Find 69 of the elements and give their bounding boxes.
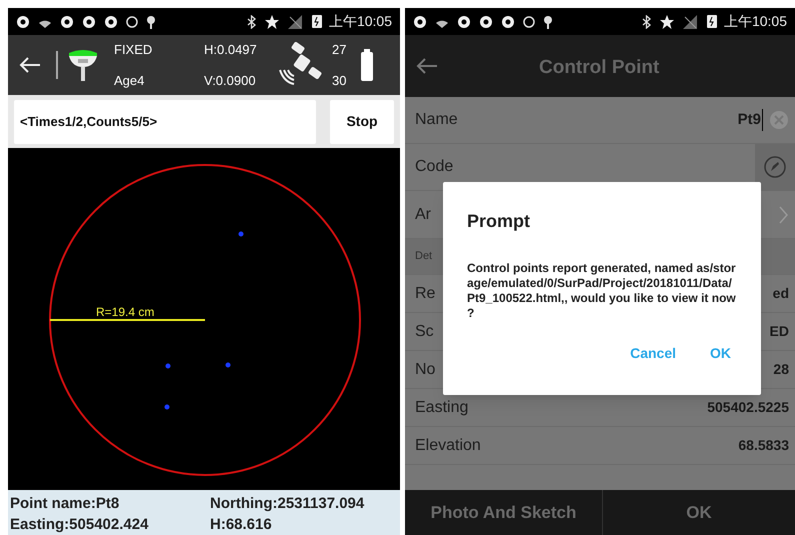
stop-button[interactable]: Stop <box>330 100 394 144</box>
row-value: ed <box>772 284 789 303</box>
notification-icon <box>104 14 118 28</box>
pin-icon <box>146 14 156 28</box>
bluetooth-icon <box>246 14 257 28</box>
bottom-button[interactable]: OK <box>603 490 795 535</box>
status-time: 上午10:05 <box>724 12 787 31</box>
progress-field: <Times1/2,Counts5/5> <box>14 100 316 144</box>
row-label: No <box>415 360 436 380</box>
info-text: Point name:Pt8 <box>10 494 120 514</box>
row-label: Ar <box>415 204 431 224</box>
signal-icon <box>286 14 303 28</box>
notification-icon <box>82 14 96 28</box>
notification-icon <box>60 14 74 28</box>
name-input[interactable]: Pt9 <box>738 108 763 132</box>
satellites-used: 27 <box>332 40 348 58</box>
row-label: Name <box>415 110 458 130</box>
clock-icon <box>523 14 535 28</box>
point-marker <box>238 232 244 236</box>
satellites-visible: 30 <box>332 72 348 90</box>
notification-icon <box>457 14 471 28</box>
row-label: Easting <box>415 398 468 418</box>
info-text: Northing:2531137.094 <box>210 494 366 514</box>
row-label: Det <box>415 249 432 264</box>
row-label: Sc <box>415 322 434 342</box>
row-label: Code <box>415 157 454 177</box>
edit-button[interactable] <box>755 144 795 190</box>
info-text: H:68.616 <box>210 514 273 534</box>
star-icon <box>660 14 674 28</box>
age-label: Age4 <box>114 72 146 90</box>
radius-label: R=19.4 cm <box>96 304 154 321</box>
point-marker <box>164 404 170 410</box>
battery-level-icon <box>360 48 374 82</box>
dialog-button[interactable]: OK <box>710 343 731 364</box>
page-title: Control Point <box>539 56 660 80</box>
pencil-icon <box>764 156 786 178</box>
satellite-icon <box>276 42 324 88</box>
battery-icon <box>310 14 323 29</box>
gnss-receiver-icon <box>66 47 100 83</box>
notification-icon <box>501 14 515 28</box>
bluetooth-icon <box>640 14 652 28</box>
clock-icon <box>126 14 138 28</box>
info-text: Easting:505402.424 <box>10 514 150 534</box>
row-value: 505402.5225 <box>707 398 789 417</box>
point-marker <box>226 362 230 368</box>
row-value: ED <box>770 322 789 341</box>
pin-icon <box>543 14 553 28</box>
status-time: 上午10:05 <box>328 12 392 31</box>
row-value: 28 <box>773 360 789 379</box>
v-precision: V:0.0900 <box>204 72 257 90</box>
dialog-message: Control points report generated, named as/storage/emulated/0/SurPad/Project/20181011/Data/Pt9_100522.html,, would you like to view it now ? <box>467 261 737 321</box>
signal-icon <box>682 14 698 28</box>
h-precision: H:0.0497 <box>204 40 258 58</box>
chevron-right-icon <box>778 204 789 224</box>
battery-icon <box>706 14 718 29</box>
row-label: Re <box>415 284 436 304</box>
back-arrow-icon <box>415 56 439 76</box>
row-value: 68.5833 <box>738 436 789 455</box>
dialog-button[interactable]: Cancel <box>630 343 676 364</box>
notification-icon <box>479 14 493 28</box>
dialog-title: Prompt <box>467 210 531 233</box>
notification-icon <box>16 14 30 28</box>
bottom-button[interactable]: Photo And Sketch <box>405 490 603 535</box>
fix-status: FIXED <box>114 40 154 58</box>
row-label: Elevation <box>415 436 481 456</box>
point-marker <box>166 364 170 368</box>
back-arrow-icon <box>18 55 42 75</box>
star-icon <box>264 14 279 28</box>
notification-icon <box>413 14 427 28</box>
